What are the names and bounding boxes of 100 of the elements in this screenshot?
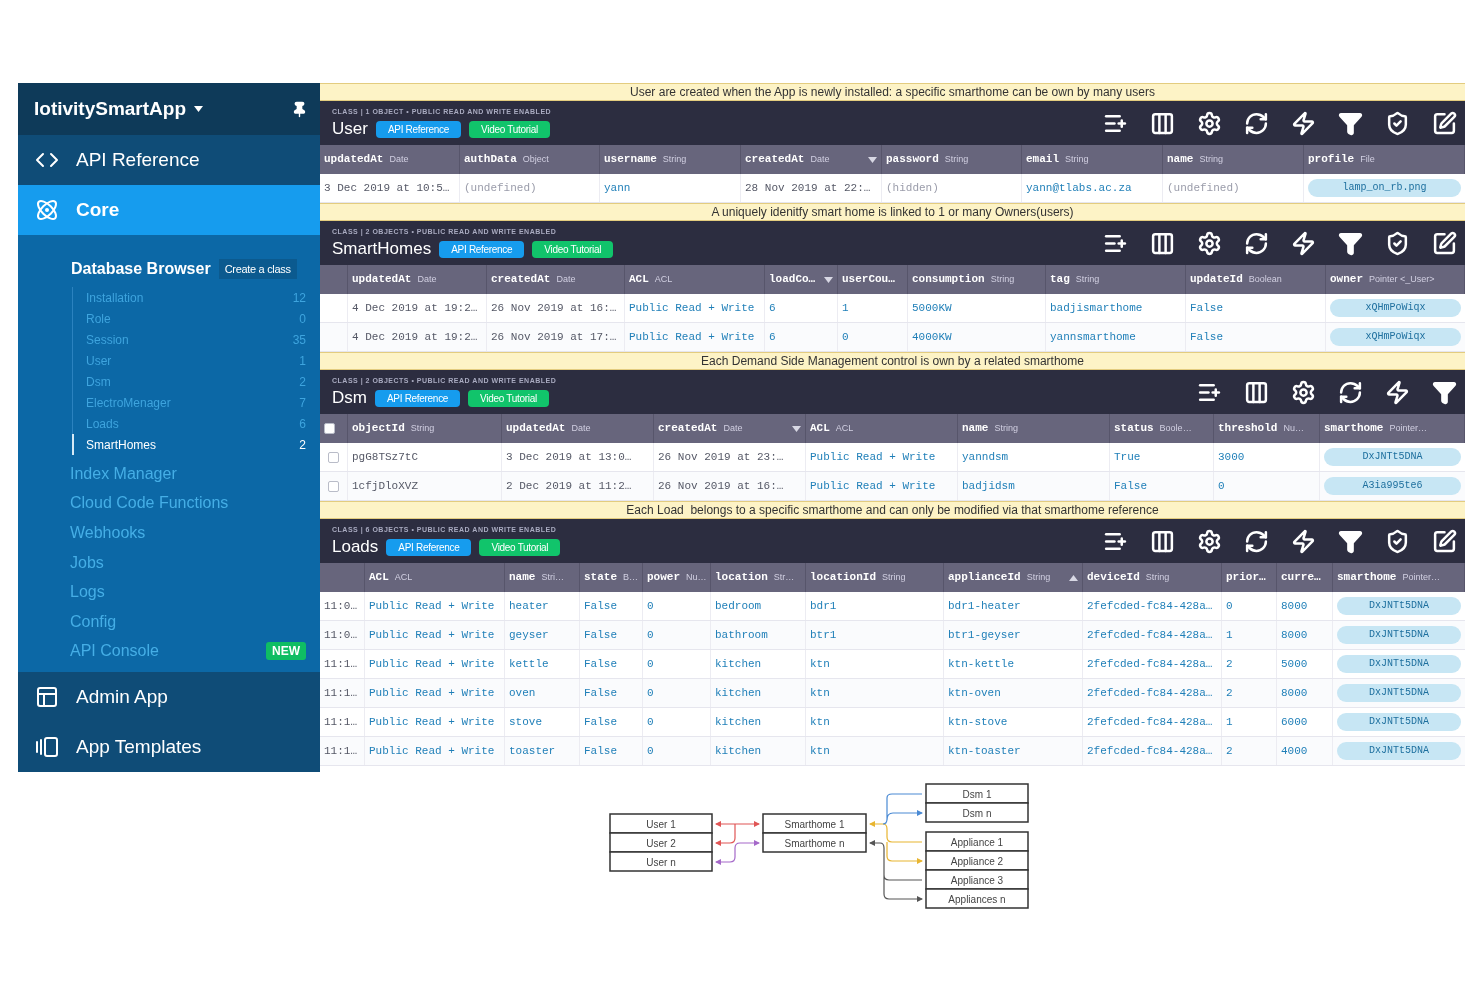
nav-item[interactable]: Core [18, 185, 320, 235]
column-type: Nu… [1283, 421, 1304, 435]
column-name[interactable]: prior… [1226, 569, 1266, 586]
nav-item[interactable]: Admin App [18, 672, 320, 722]
columns-icon[interactable] [1149, 230, 1175, 256]
refresh-icon[interactable] [1243, 110, 1269, 136]
column-name[interactable]: profile [1308, 151, 1355, 168]
column-name[interactable]: curre… [1281, 569, 1321, 586]
settings-icon[interactable] [1196, 110, 1222, 136]
table-cell-text: Public Read + Write [810, 449, 936, 465]
api-reference-button[interactable]: API Reference [439, 240, 525, 258]
pointer-chip[interactable]: DxJNTt5DNA [1337, 655, 1461, 673]
column-name[interactable]: owner [1330, 271, 1363, 288]
pointer-chip[interactable]: A3ia995te6 [1324, 477, 1461, 495]
column-name[interactable]: ACL [369, 569, 389, 586]
column-name[interactable]: power [647, 569, 680, 586]
table-cell-text: 6 [769, 300, 776, 316]
settings-icon[interactable] [1196, 528, 1222, 554]
class-name: Loads [332, 537, 379, 557]
column-name[interactable]: locationId [810, 569, 876, 586]
pointer-chip[interactable]: DxJNTt5DNA [1337, 713, 1461, 731]
column-name[interactable]: name [962, 420, 989, 437]
settings-icon[interactable] [1196, 230, 1222, 256]
column-name[interactable]: password [886, 151, 939, 168]
column-name[interactable]: smarthome [1324, 420, 1384, 437]
columns-icon[interactable] [1149, 528, 1175, 554]
column-name[interactable]: location [715, 569, 768, 586]
column-name[interactable]: updatedAt [506, 420, 566, 437]
pin-icon[interactable] [291, 100, 308, 118]
api-reference-button[interactable]: API Reference [374, 389, 461, 407]
table-cell-text: stove [509, 714, 542, 730]
column-name[interactable]: username [604, 151, 657, 168]
filter-icon[interactable] [1337, 528, 1363, 554]
select-all-checkbox[interactable] [324, 423, 335, 434]
column-name[interactable]: threshold [1218, 420, 1278, 437]
caret-icon[interactable] [194, 106, 204, 112]
refresh-icon[interactable] [1243, 528, 1269, 554]
column-name[interactable]: ACL [629, 271, 649, 288]
pointer-chip[interactable]: DxJNTt5DNA [1337, 684, 1461, 702]
api-reference-button[interactable]: API Reference [375, 120, 462, 138]
lightning-icon[interactable] [1290, 110, 1316, 136]
refresh-icon[interactable] [1243, 230, 1269, 256]
edit-icon[interactable] [1431, 110, 1457, 136]
filter-icon[interactable] [1337, 230, 1363, 256]
settings-icon[interactable] [1290, 379, 1316, 405]
column-name[interactable]: userCou… [842, 271, 895, 288]
column-name[interactable]: state [584, 569, 617, 586]
app-name[interactable]: IotivitySmartApp [34, 94, 187, 124]
edit-icon[interactable] [1431, 230, 1457, 256]
table-cell-text: toaster [509, 743, 556, 759]
nav-item[interactable]: API Reference [18, 135, 320, 185]
lightning-icon[interactable] [1384, 379, 1410, 405]
api-reference-button[interactable]: API Reference [386, 538, 472, 556]
pointer-chip[interactable]: DxJNTt5DNA [1337, 626, 1461, 644]
table-cell-text: kitchen [715, 685, 762, 701]
columns-icon[interactable] [1149, 110, 1175, 136]
column-name[interactable]: smarthome [1337, 569, 1397, 586]
nav-item[interactable]: App Templates [18, 722, 320, 772]
column-name[interactable]: email [1026, 151, 1059, 168]
column-name[interactable]: tag [1050, 271, 1070, 288]
filter-icon[interactable] [1337, 110, 1363, 136]
column-name[interactable]: updatedAt [352, 271, 412, 288]
filter-icon[interactable] [1431, 379, 1457, 405]
column-name[interactable]: name [1167, 151, 1194, 168]
refresh-icon[interactable] [1337, 379, 1363, 405]
create-class-button[interactable]: Create a class [218, 259, 297, 279]
column-name[interactable]: objectId [352, 420, 405, 437]
column-name[interactable]: status [1114, 420, 1154, 437]
column-name[interactable]: updateId [1190, 271, 1243, 288]
table-cell-text: 1 [1226, 714, 1233, 730]
column-type: Date [389, 152, 409, 166]
table-cell-text: 2fefcded-fc84-428a… [1087, 598, 1213, 614]
edit-icon[interactable] [1431, 528, 1457, 554]
column-name[interactable]: deviceId [1087, 569, 1140, 586]
column-name[interactable]: consumption [912, 271, 985, 288]
column-name[interactable]: ACL [810, 420, 830, 437]
diagram-box: Smarthome n [762, 832, 867, 853]
column-type: String [1199, 152, 1223, 166]
pointer-chip[interactable]: lamp_on_rb.png [1308, 179, 1461, 197]
row-checkbox[interactable] [328, 480, 339, 492]
column-name[interactable]: updatedAt [324, 151, 384, 168]
lightning-icon[interactable] [1290, 230, 1316, 256]
column-name[interactable]: createdAt [658, 420, 718, 437]
column-name[interactable]: loadCo… [769, 271, 816, 288]
pointer-chip[interactable]: DxJNTt5DNA [1337, 742, 1461, 760]
columns-icon[interactable] [1243, 379, 1269, 405]
table-cell-text: 8000 [1281, 627, 1308, 643]
pointer-chip[interactable]: xQHmPoWiqx [1330, 328, 1461, 346]
lightning-icon[interactable] [1290, 528, 1316, 554]
class-item[interactable]: SmartHomes [72, 434, 300, 455]
row-checkbox[interactable] [328, 451, 339, 463]
column-name[interactable]: createdAt [491, 271, 551, 288]
column-name[interactable]: authData [464, 151, 517, 168]
column-name[interactable]: name [509, 569, 536, 586]
pointer-chip[interactable]: xQHmPoWiqx [1330, 299, 1461, 317]
pointer-chip[interactable]: DxJNTt5DNA [1337, 597, 1461, 615]
column-name[interactable]: applianceId [948, 569, 1021, 586]
new-badge: NEW [266, 642, 306, 661]
column-name[interactable]: createdAt [745, 151, 805, 168]
pointer-chip[interactable]: DxJNTt5DNA [1324, 448, 1461, 466]
